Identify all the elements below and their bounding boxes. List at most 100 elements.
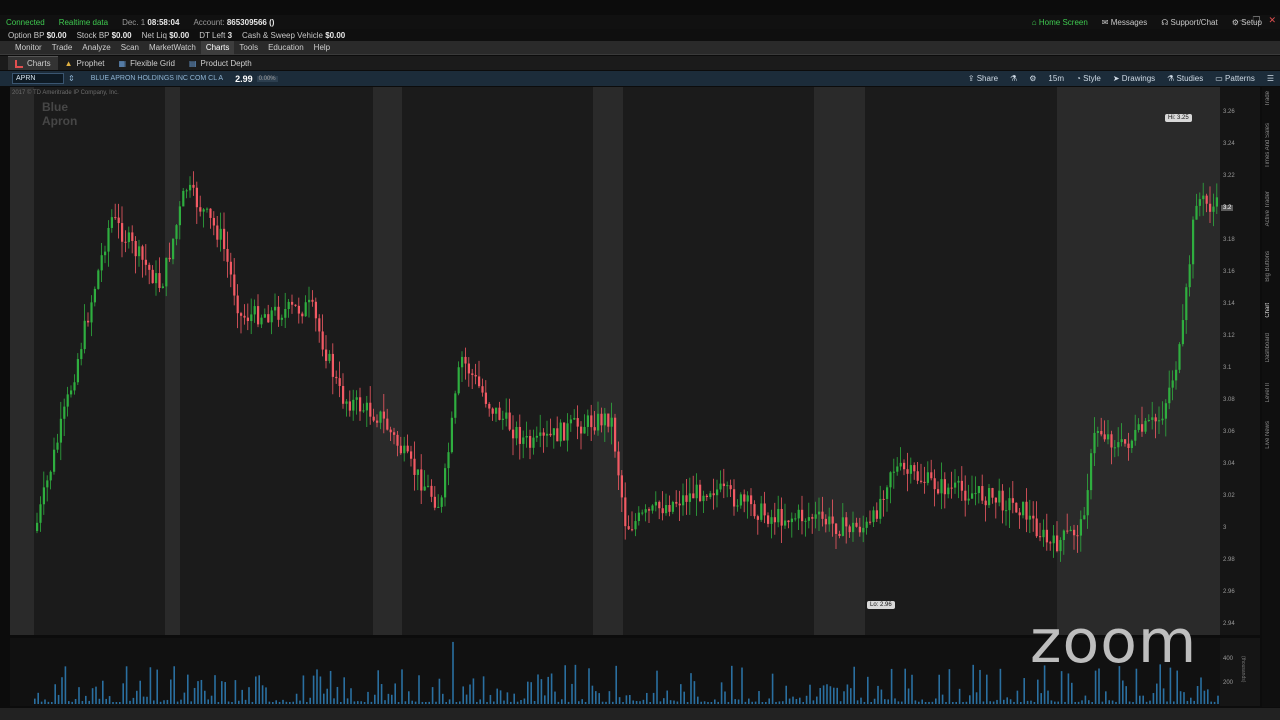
volume-bar xyxy=(523,698,526,704)
candle-body xyxy=(1093,432,1096,454)
balances-bar: Option BP $0.00 Stock BP $0.00 Net Liq $… xyxy=(0,29,1280,41)
volume-bar xyxy=(1193,700,1195,704)
candle-body xyxy=(1032,515,1035,519)
volume-bar xyxy=(765,701,767,704)
volume-bar xyxy=(1108,700,1110,704)
candle-body xyxy=(957,480,960,483)
candle-body xyxy=(525,436,528,438)
tab-help[interactable]: Help xyxy=(309,41,335,55)
volume-bar xyxy=(588,668,590,704)
candle-body xyxy=(1154,417,1157,422)
side-tab-times-sales[interactable]: Times And Sales xyxy=(1265,123,1271,168)
volume-bar xyxy=(948,669,951,704)
volume-bar xyxy=(200,679,203,704)
candle-body xyxy=(311,299,314,302)
volume-bar xyxy=(1081,700,1083,704)
minimize-icon[interactable]: – xyxy=(1239,15,1244,26)
candle-body xyxy=(1025,501,1028,520)
price-chart[interactable] xyxy=(10,87,1220,635)
candle-body xyxy=(593,427,596,431)
close-icon[interactable]: ✕ xyxy=(1268,15,1276,26)
side-tab-big-buttons[interactable]: Big Buttons xyxy=(1265,251,1271,282)
volume-bar xyxy=(1003,699,1005,704)
volume-bar xyxy=(326,688,328,704)
candle-body xyxy=(1059,540,1062,552)
volume-bar xyxy=(1006,697,1008,704)
patterns-button[interactable]: ▭ Patterns xyxy=(1215,74,1255,83)
candle-body xyxy=(620,475,623,498)
volume-bar xyxy=(115,701,118,704)
session-shade xyxy=(814,87,865,635)
messages-link[interactable]: ✉ Messages xyxy=(1102,18,1147,27)
volume-bar xyxy=(999,668,1002,704)
current-price-marker: 3.2 xyxy=(1221,205,1234,211)
account-info[interactable]: Account: 865309566 () xyxy=(193,18,274,27)
volume-bar xyxy=(734,699,736,704)
candle-body xyxy=(467,363,470,374)
restore-icon[interactable]: ❐ xyxy=(1252,15,1260,26)
candle-body xyxy=(705,495,708,498)
candle-body xyxy=(665,505,668,514)
volume-bar xyxy=(897,701,900,704)
candle-body xyxy=(474,374,477,377)
candle-body xyxy=(1103,434,1106,440)
candlestick-plot[interactable] xyxy=(10,87,1220,635)
share-button[interactable]: ⇪ Share xyxy=(968,74,998,83)
volume-bar xyxy=(142,696,145,704)
side-tab-live-news[interactable]: Live News xyxy=(1265,421,1271,449)
tab-education[interactable]: Education xyxy=(263,41,309,55)
studies-button[interactable]: ⚗ Studies xyxy=(1167,74,1203,83)
candle-body xyxy=(862,527,865,533)
menu-icon[interactable]: ☰ xyxy=(1267,74,1274,83)
symbol-link-icon[interactable]: ⇕ xyxy=(68,74,75,83)
tab-monitor[interactable]: Monitor xyxy=(10,41,47,55)
candle-body xyxy=(909,465,912,474)
side-tab-active-trader[interactable]: Active Trader xyxy=(1265,191,1271,226)
side-tab-dashboard[interactable]: Dashboard xyxy=(1265,333,1271,362)
flask-icon[interactable]: ⚗ xyxy=(1010,74,1017,83)
home-screen-link[interactable]: ⌂ Home Screen xyxy=(1032,18,1088,27)
drawings-button[interactable]: ➤ Drawings xyxy=(1113,74,1155,83)
volume-bar xyxy=(703,701,706,704)
volume-bar xyxy=(282,699,284,704)
candle-body xyxy=(641,512,644,514)
volume-bar xyxy=(710,702,713,704)
subtab-charts[interactable]: Charts xyxy=(8,56,58,70)
volume-bar xyxy=(1183,692,1185,704)
volume-bar xyxy=(193,687,196,704)
candle-body xyxy=(977,486,980,494)
subtab-flexible-grid[interactable]: ▦ Flexible Grid xyxy=(112,56,182,70)
subtab-prophet[interactable]: ▲ Prophet xyxy=(58,56,112,70)
volume-bar xyxy=(231,701,233,704)
tab-trade[interactable]: Trade xyxy=(47,41,78,55)
candle-body xyxy=(457,367,460,394)
settings-icon[interactable]: ⚙ xyxy=(1029,74,1036,83)
style-button[interactable]: ◔ Style xyxy=(1076,74,1101,83)
candle-body xyxy=(345,401,348,404)
price-tick: 3.22 xyxy=(1223,173,1235,179)
candle-body xyxy=(454,393,457,418)
candle-body xyxy=(688,493,691,502)
symbol-input[interactable]: APRN xyxy=(12,73,64,84)
volume-bar xyxy=(1152,693,1155,704)
tab-scan[interactable]: Scan xyxy=(116,41,144,55)
candle-body xyxy=(835,523,838,534)
volume-bar xyxy=(921,699,923,704)
tab-analyze[interactable]: Analyze xyxy=(77,41,115,55)
candle-body xyxy=(736,505,739,507)
side-tab-chart[interactable]: Chart xyxy=(1265,303,1271,318)
volume-bar xyxy=(751,701,753,704)
candle-body xyxy=(328,353,331,361)
tab-tools[interactable]: Tools xyxy=(234,41,263,55)
candle-body xyxy=(512,429,515,439)
volume-bar xyxy=(836,687,838,704)
tab-charts[interactable]: Charts xyxy=(200,40,235,55)
volume-bar xyxy=(1156,683,1158,704)
side-tab-trade[interactable]: Trade xyxy=(1265,91,1271,106)
tab-marketwatch[interactable]: MarketWatch xyxy=(144,41,201,55)
timeframe-button[interactable]: 15m xyxy=(1048,74,1064,83)
side-tab-level2[interactable]: Level II xyxy=(1265,383,1271,402)
subtab-product-depth[interactable]: ▤ Product Depth xyxy=(182,56,259,70)
volume-bar xyxy=(125,666,128,704)
support-chat-link[interactable]: ☊ Support/Chat xyxy=(1161,18,1217,27)
